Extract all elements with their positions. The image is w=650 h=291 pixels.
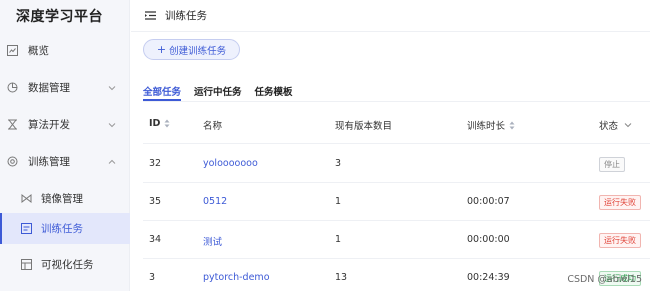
chevron-up-icon (108, 156, 116, 168)
task-name-link[interactable]: pytorch-demo (203, 272, 270, 283)
cell-id: 3 (149, 272, 156, 283)
visualize-icon (20, 258, 32, 270)
status-badge: 运行失败 (599, 195, 641, 210)
column-header-duration[interactable]: 训练时长 (467, 118, 515, 132)
cell-duration: 00:24:39 (467, 272, 510, 283)
task-name-link[interactable]: 测试 (203, 234, 222, 248)
create-training-task-button[interactable]: + 创建训练任务 (143, 39, 240, 60)
sidebar-item-image-management[interactable]: 镜像管理 (0, 184, 130, 212)
watermark: CSDN @abiel15 (567, 274, 642, 285)
sidebar-item-training[interactable]: 训练管理 (0, 147, 130, 175)
plus-icon: + (156, 43, 167, 56)
data-icon (6, 81, 18, 93)
page-header: 训练任务 (131, 0, 650, 32)
row-divider (143, 143, 650, 144)
sidebar-item-visualize[interactable]: 可视化任务 (0, 250, 130, 278)
menu-fold-icon[interactable] (145, 11, 156, 20)
sidebar-item-label: 训练任务 (41, 223, 83, 235)
column-label: 现有版本数目 (335, 121, 393, 132)
tab-running-tasks[interactable]: 运行中任务 (194, 84, 242, 102)
chevron-down-icon (108, 119, 116, 131)
column-header-name: 名称 (203, 118, 222, 132)
sidebar-item-label: 可视化任务 (41, 258, 94, 271)
column-label: ID (149, 118, 161, 129)
chevron-down-icon[interactable] (624, 122, 632, 128)
column-label: 状态 (599, 121, 619, 132)
sidebar-item-label: 概览 (28, 44, 49, 57)
sidebar: 深度学习平台 概览 数据管理 算法开发 训练管理 镜像管理 训练任务 可视化任务 (0, 0, 130, 291)
row-divider (143, 182, 650, 183)
cell-id: 35 (149, 196, 162, 207)
row-divider (143, 258, 650, 259)
sidebar-item-label: 算法开发 (28, 118, 70, 131)
sidebar-item-training-tasks[interactable]: 训练任务 (0, 213, 130, 244)
create-button-label: 创建训练任务 (169, 45, 227, 57)
algorithm-icon (6, 118, 18, 130)
overview-icon (6, 44, 18, 56)
sort-icon[interactable] (164, 119, 170, 128)
task-icon (20, 223, 32, 235)
column-label: 训练时长 (467, 121, 506, 132)
task-tabs: 全部任务 运行中任务 任务模板 (143, 84, 306, 102)
status-badge: 运行失败 (599, 233, 641, 248)
cell-duration: 00:00:00 (467, 234, 510, 245)
sidebar-item-overview[interactable]: 概览 (0, 36, 130, 64)
sidebar-item-label: 镜像管理 (41, 192, 83, 205)
training-icon (6, 155, 18, 167)
cell-duration: 00:00:07 (467, 196, 510, 207)
row-divider (143, 220, 650, 221)
cell-versions: 1 (335, 196, 342, 207)
task-name-link[interactable]: 0512 (203, 196, 227, 207)
image-icon (20, 192, 32, 204)
brand-title: 深度学习平台 (16, 9, 103, 25)
column-header-id[interactable]: ID (149, 118, 170, 129)
chevron-down-icon (108, 82, 116, 94)
tabs-divider (143, 101, 650, 102)
sidebar-item-data[interactable]: 数据管理 (0, 73, 130, 101)
column-header-status[interactable]: 状态 (599, 118, 632, 132)
sidebar-item-label: 数据管理 (28, 81, 70, 94)
cell-id: 34 (149, 234, 162, 245)
tab-task-templates[interactable]: 任务模板 (255, 84, 293, 102)
sort-icon[interactable] (509, 121, 515, 130)
cell-id: 32 (149, 158, 162, 169)
cell-versions: 13 (335, 272, 348, 283)
sidebar-item-label: 训练管理 (28, 155, 70, 168)
column-header-versions: 现有版本数目 (335, 118, 392, 132)
task-name-link[interactable]: yolooooooo (203, 158, 258, 169)
tab-all-tasks[interactable]: 全部任务 (143, 84, 182, 102)
status-badge: 停止 (599, 157, 625, 172)
page-title: 训练任务 (165, 10, 207, 22)
column-label: 名称 (203, 121, 223, 132)
sidebar-item-algorithm[interactable]: 算法开发 (0, 110, 130, 138)
cell-versions: 1 (335, 234, 342, 245)
cell-versions: 3 (335, 158, 342, 169)
